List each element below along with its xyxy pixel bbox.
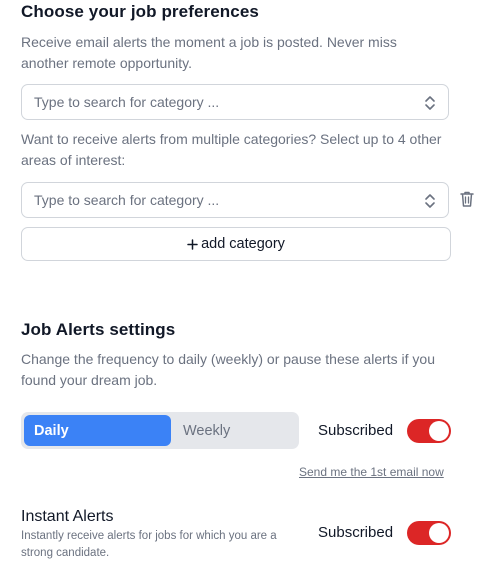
chevron-up-down-icon: [425, 96, 435, 110]
toggle-knob: [429, 421, 449, 441]
extra-category-select[interactable]: Type to search for category ...: [21, 182, 449, 218]
category-select-placeholder: Type to search for category ...: [34, 94, 220, 110]
alerts-settings-description: Change the frequency to daily (weekly) o…: [21, 351, 436, 388]
toggle-knob: [429, 523, 449, 543]
instant-alerts-toggle[interactable]: [407, 521, 451, 545]
chevron-up-down-icon: [425, 194, 435, 208]
trash-icon[interactable]: [459, 190, 475, 208]
plus-icon: [187, 238, 198, 250]
job-preferences-description: Receive email alerts the moment a job is…: [21, 34, 397, 71]
add-category-label: add category: [201, 236, 285, 252]
category-select[interactable]: Type to search for category ...: [21, 84, 449, 120]
frequency-option-daily[interactable]: Daily: [24, 415, 171, 446]
job-preferences-title: Choose your job preferences: [21, 2, 259, 21]
subscription-toggle[interactable]: [407, 419, 451, 443]
instant-alerts-description: Instantly receive alerts for jobs for wh…: [21, 530, 277, 559]
multi-category-hint: Want to receive alerts from multiple cat…: [21, 131, 442, 168]
frequency-option-weekly[interactable]: Weekly: [173, 415, 293, 446]
instant-subscription-status-label: Subscribed: [318, 524, 394, 541]
instant-alerts-title: Instant Alerts: [21, 508, 114, 525]
extra-category-select-placeholder: Type to search for category ...: [34, 192, 220, 208]
add-category-button[interactable]: add category: [21, 227, 451, 261]
send-first-email-link[interactable]: Send me the 1st email now: [299, 465, 444, 479]
alerts-settings-title: Job Alerts settings: [21, 320, 176, 339]
frequency-segmented-control: Daily Weekly: [21, 412, 299, 449]
subscription-status-label: Subscribed: [318, 422, 394, 439]
